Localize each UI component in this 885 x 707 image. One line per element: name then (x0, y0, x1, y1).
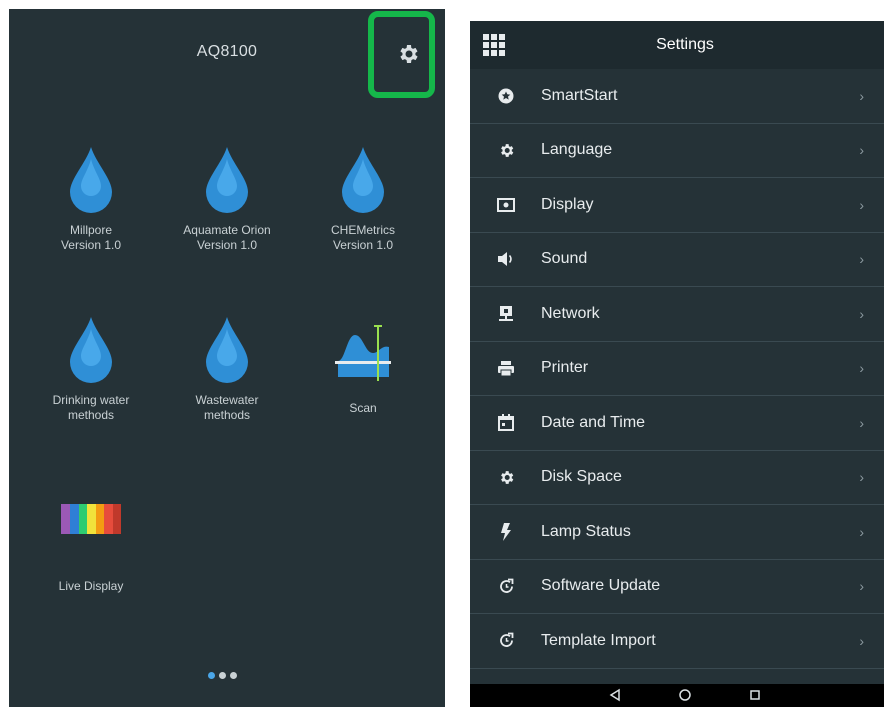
gear-icon (500, 143, 513, 157)
chevron-right-icon: › (859, 469, 864, 486)
chevron-right-icon: › (859, 523, 864, 540)
settings-item-language[interactable]: Language › (470, 124, 884, 178)
app-drinking-water-methods[interactable]: Drinking water methods (21, 309, 161, 423)
settings-item-disk-space[interactable]: Disk Space › (470, 451, 884, 505)
settings-item-label: Printer (541, 359, 589, 377)
settings-item-network[interactable]: Network › (470, 287, 884, 342)
gear-icon (500, 470, 513, 484)
settings-item-display[interactable]: Display › (470, 178, 884, 233)
page-dot (219, 672, 226, 679)
app-label-line1: Aquamate Orion (183, 223, 271, 237)
nav-back-button[interactable] (609, 688, 621, 707)
refresh-icon (499, 578, 513, 593)
app-label-line2: Version 1.0 (196, 238, 258, 252)
settings-item-label: Lamp Status (541, 522, 631, 540)
nav-home-button[interactable] (678, 688, 692, 707)
app-label-line1: Drinking water (52, 393, 130, 407)
chevron-right-icon: › (859, 414, 864, 431)
settings-item-label: Sound (541, 250, 588, 268)
app-wastewater-methods[interactable]: Wastewater methods (157, 309, 297, 423)
settings-list: SmartStart › Language › Display › Sound … (470, 69, 884, 669)
recents-square-icon (750, 690, 760, 700)
lightning-icon (501, 522, 511, 541)
app-chemetrics[interactable]: CHEMetrics Version 1.0 (293, 139, 433, 253)
settings-item-printer[interactable]: Printer › (470, 342, 884, 396)
page-dot-active (208, 672, 215, 679)
back-triangle-icon (609, 688, 620, 702)
app-label-line2: methods (67, 408, 115, 422)
app-label-line1: Wastewater (195, 393, 259, 407)
water-drop-icon (206, 317, 248, 383)
water-drop-icon (342, 147, 384, 213)
network-icon (499, 305, 513, 321)
app-label-line1: Millpore (69, 223, 112, 237)
settings-item-label: Software Update (541, 577, 661, 595)
settings-button[interactable] (391, 37, 425, 71)
settings-item-label: Date and Time (541, 413, 646, 431)
chevron-right-icon: › (859, 632, 864, 649)
nav-recents-button[interactable] (748, 688, 762, 707)
printer-icon (498, 360, 514, 377)
settings-item-sound[interactable]: Sound › (470, 233, 884, 287)
settings-item-software-update[interactable]: Software Update › (470, 560, 884, 614)
water-drop-icon (206, 147, 248, 213)
android-nav-bar (470, 684, 884, 707)
settings-screen: Settings SmartStart › Language › Display… (470, 21, 884, 707)
water-drop-icon (70, 317, 112, 383)
app-label: Live Display (58, 579, 124, 593)
app-live-display[interactable]: Live Display (21, 479, 161, 594)
settings-title: Settings (656, 36, 714, 53)
app-scan[interactable]: Scan (293, 309, 433, 416)
settings-item-date-and-time[interactable]: Date and Time › (470, 396, 884, 451)
refresh-icon (499, 632, 513, 648)
speaker-icon (498, 252, 512, 267)
home-screen: AQ8100 Millpore Version 1.0 Aquamate Orio… (9, 9, 445, 707)
calendar-icon (498, 414, 514, 432)
app-aquamate-orion[interactable]: Aquamate Orion Version 1.0 (157, 139, 297, 253)
star-circle-icon (498, 88, 514, 104)
page-dot (230, 672, 237, 679)
rainbow-bars-icon (61, 504, 121, 534)
settings-item-label: Network (541, 304, 600, 322)
settings-item-label: Disk Space (541, 468, 622, 486)
page-indicator (208, 672, 237, 679)
chevron-right-icon: › (859, 87, 864, 104)
chevron-right-icon: › (859, 251, 864, 268)
settings-item-label: Template Import (541, 631, 656, 649)
settings-item-template-import[interactable]: Template Import › (470, 614, 884, 669)
chevron-right-icon: › (859, 142, 864, 159)
app-millpore[interactable]: Millpore Version 1.0 (21, 139, 161, 253)
app-label-line2: Version 1.0 (332, 238, 394, 252)
app-label-line1: CHEMetrics (330, 223, 395, 237)
water-drop-icon (70, 147, 112, 213)
settings-item-label: Language (541, 141, 613, 159)
settings-item-lamp-status[interactable]: Lamp Status › (470, 505, 884, 560)
scan-spectrum-icon (335, 325, 391, 381)
chevron-right-icon: › (859, 578, 864, 595)
home-circle-icon (679, 689, 691, 701)
gear-icon (400, 45, 418, 63)
app-label: Scan (349, 401, 377, 415)
settings-item-label: Display (541, 195, 594, 213)
display-icon (497, 197, 515, 212)
settings-header: Settings (470, 21, 884, 69)
chevron-right-icon: › (859, 360, 864, 377)
app-label-line2: Version 1.0 (60, 238, 122, 252)
settings-item-label: SmartStart (541, 86, 618, 104)
app-label-line2: methods (203, 408, 251, 422)
chevron-right-icon: › (859, 196, 864, 213)
settings-item-smartstart[interactable]: SmartStart › (470, 69, 884, 124)
chevron-right-icon: › (859, 305, 864, 322)
